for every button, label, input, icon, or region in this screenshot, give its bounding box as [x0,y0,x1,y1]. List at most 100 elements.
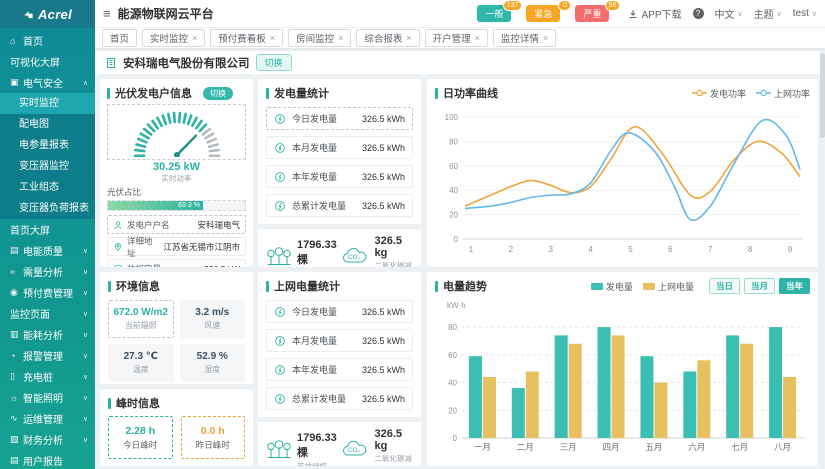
tab-预付费看板[interactable]: 预付费看板 × [210,29,284,47]
scrollbar-thumb[interactable] [820,53,825,138]
tab-房间监控[interactable]: 房间监控 × [288,29,352,47]
user-menu[interactable]: test ∨ [793,8,817,19]
stat-label: 本年发电量 [292,172,338,182]
period-button-当年[interactable]: 当年 [778,278,810,294]
sidebar-item-运维管理[interactable]: ∿ 运维管理 ∨ [0,408,95,429]
svg-text:0: 0 [453,434,458,443]
report-icon: ▤ [10,455,19,465]
svg-text:20: 20 [449,211,458,220]
legend-swatch [590,282,603,290]
pv-info-row: 详细地址 江苏省无锡市江阴市 [107,236,246,258]
meter-icon [274,335,286,347]
pv-info-title: 光伏发电户信息 [115,88,192,100]
sidebar-item-报警管理[interactable]: ◔ 报警管理 ∨ [0,345,95,366]
alarm-badge-一般[interactable]: 一般 137 [477,0,523,22]
svg-text:五月: 五月 [645,442,662,452]
stat-row: 本年发电量 326.5 kWh [266,165,413,188]
trend-period-buttons: 当日 当月 当年 [708,278,810,294]
panel-title: 上网电量统计 [266,278,413,294]
close-icon[interactable]: × [338,33,343,43]
svg-text:七月: 七月 [731,442,748,452]
submenu: 实时监控 配电图 电参量报表 变压器监控 工业组态 变压器负荷报表 [0,93,95,219]
sidebar-item-首页[interactable]: ⌂ 首页 [0,30,95,51]
sidebar-item-需量分析[interactable]: ≈ 需量分析 ∨ [0,261,95,282]
title-accent-bar [108,397,111,409]
svg-text:5: 5 [628,245,633,254]
title-accent-bar [266,280,269,292]
env-card-湿度: 52.9 % 湿度 [179,344,245,382]
sidebar-item-充电桩[interactable]: ▯ 充电桩 ∨ [0,366,95,387]
row-value: 江苏省无锡市江阴市 [163,241,240,252]
sidebar-subitem-电参量报表[interactable]: 电参量报表 [0,135,95,156]
sidebar-item-label: 可视化大屏 [10,58,60,69]
sidebar-subitem-实时监控[interactable]: 实时监控 [0,93,95,114]
help-icon[interactable]: ? [692,8,704,19]
close-icon[interactable]: × [192,33,197,43]
sidebar-item-电能质量[interactable]: ▤ 电能质量 ∨ [0,240,95,261]
stat-label: 本年发电量 [292,365,338,375]
tab-综合报表[interactable]: 综合报表 × [356,29,420,47]
co2-reduction: CO₂ 326.5 kg 二氧化碳减排量 [340,235,414,267]
energy-trend-panel: 电量趋势 发电量 上网电量 当日 当月 当年 0 20 40 60 80 kW·h 一月 二月 三月 四… [427,272,818,466]
bar-发电量-四月 [597,327,611,438]
sidebar-item-监控页面[interactable]: 监控页面 ∨ [0,303,95,324]
tab-监控详情[interactable]: 监控详情 × [492,29,557,47]
sidebar-item-财务分析[interactable]: ▨ 财务分析 ∨ [0,429,95,450]
bar-发电量-七月 [726,335,740,438]
sidebar-item-电气安全[interactable]: ▣ 电气安全 ∧ [0,72,95,93]
close-icon[interactable]: × [543,33,548,43]
pv-switch-button[interactable]: 切换 [203,86,233,100]
sidebar-subitem-变压器负荷报表[interactable]: 变压器负荷报表 [0,198,95,219]
user-icon [113,220,123,230]
company-switch-button[interactable]: 切换 [255,54,292,71]
trees-value: 1796.33 棵 [297,238,337,266]
tab-label: 开户管理 [432,34,471,45]
close-icon[interactable]: × [475,33,480,43]
svg-text:20: 20 [448,406,457,415]
chevron-down-icon: ∨ [82,247,88,255]
sidebar-item-可视化大屏[interactable]: 可视化大屏 [0,51,95,72]
app-download-button[interactable]: APP下载 [628,6,682,21]
legend-label: 发电量 [605,281,633,292]
tab-首页[interactable]: 首页 [102,29,138,47]
sidebar-subitem-工业组态[interactable]: 工业组态 [0,177,95,198]
alarm-badge-紧急[interactable]: 紧急 0 [526,0,572,22]
scrollbar[interactable] [820,49,825,469]
chevron-down-icon: ∨ [811,10,817,18]
legend-item-上网电量[interactable]: 上网电量 [642,280,694,293]
sidebar-subitem-配电图[interactable]: 配电图 [0,114,95,135]
tab-实时监控[interactable]: 实时监控 × [142,29,206,47]
period-button-当日[interactable]: 当日 [708,278,740,294]
tab-开户管理[interactable]: 开户管理 × [424,29,488,47]
close-icon[interactable]: × [270,33,275,43]
svg-text:CO₂: CO₂ [347,447,360,454]
trees-equivalent: 1796.33 棵 等效绿植 [266,239,340,268]
tabbar: 首页 实时监控 × 预付费看板 × 房间监控 × 综合报表 × 开户管理 × 监控详情 × [95,28,825,49]
sidebar-item-能耗分析[interactable]: ▥ 能耗分析 ∨ [0,324,95,345]
sidebar-subitem-变压器监控[interactable]: 变压器监控 [0,156,95,177]
close-icon[interactable]: × [406,33,411,43]
peak-card-今日峰时: 2.28 h 今日峰时 [108,416,173,459]
generation-stats-panel: 发电量统计 今日发电量 326.5 kWh 本月发电量 326.5 kWh 本年发电量 3… [258,79,421,267]
sidebar-item-预付费管理[interactable]: ◉ 预付费管理 ∨ [0,282,95,303]
legend-item-发电功率[interactable]: 发电功率 [691,87,746,100]
theme-select[interactable]: 主题 ∨ [754,6,782,21]
chevron-down-icon: ∨ [82,331,88,339]
sidebar-item-智能照明[interactable]: ☼ 智能照明 ∨ [0,387,95,408]
alarm-badge-严重[interactable]: 严重 56 [575,0,621,22]
svg-text:0: 0 [454,235,459,244]
language-select[interactable]: 中文 ∨ [715,6,743,21]
stat-label: 本月发电量 [292,143,338,153]
menu-toggle-icon[interactable]: ≡ [103,6,111,21]
svg-text:6: 6 [668,245,673,254]
sidebar-item-用户报告[interactable]: ▤ 用户报告 [0,450,95,469]
legend-item-发电量[interactable]: 发电量 [590,280,633,293]
title-accent-bar [435,87,438,99]
sidebar-item-首页大屏[interactable]: 首页大屏 [0,219,95,240]
sidebar-item-label: 运维管理 [23,415,63,426]
sidebar-item-label: 首页大屏 [10,226,50,237]
app-title: 能源物联网云平台 [117,7,214,21]
legend-item-上网功率[interactable]: 上网功率 [755,87,810,100]
period-button-当月[interactable]: 当月 [743,278,775,294]
sidebar-item-label: 监控页面 [10,310,50,321]
